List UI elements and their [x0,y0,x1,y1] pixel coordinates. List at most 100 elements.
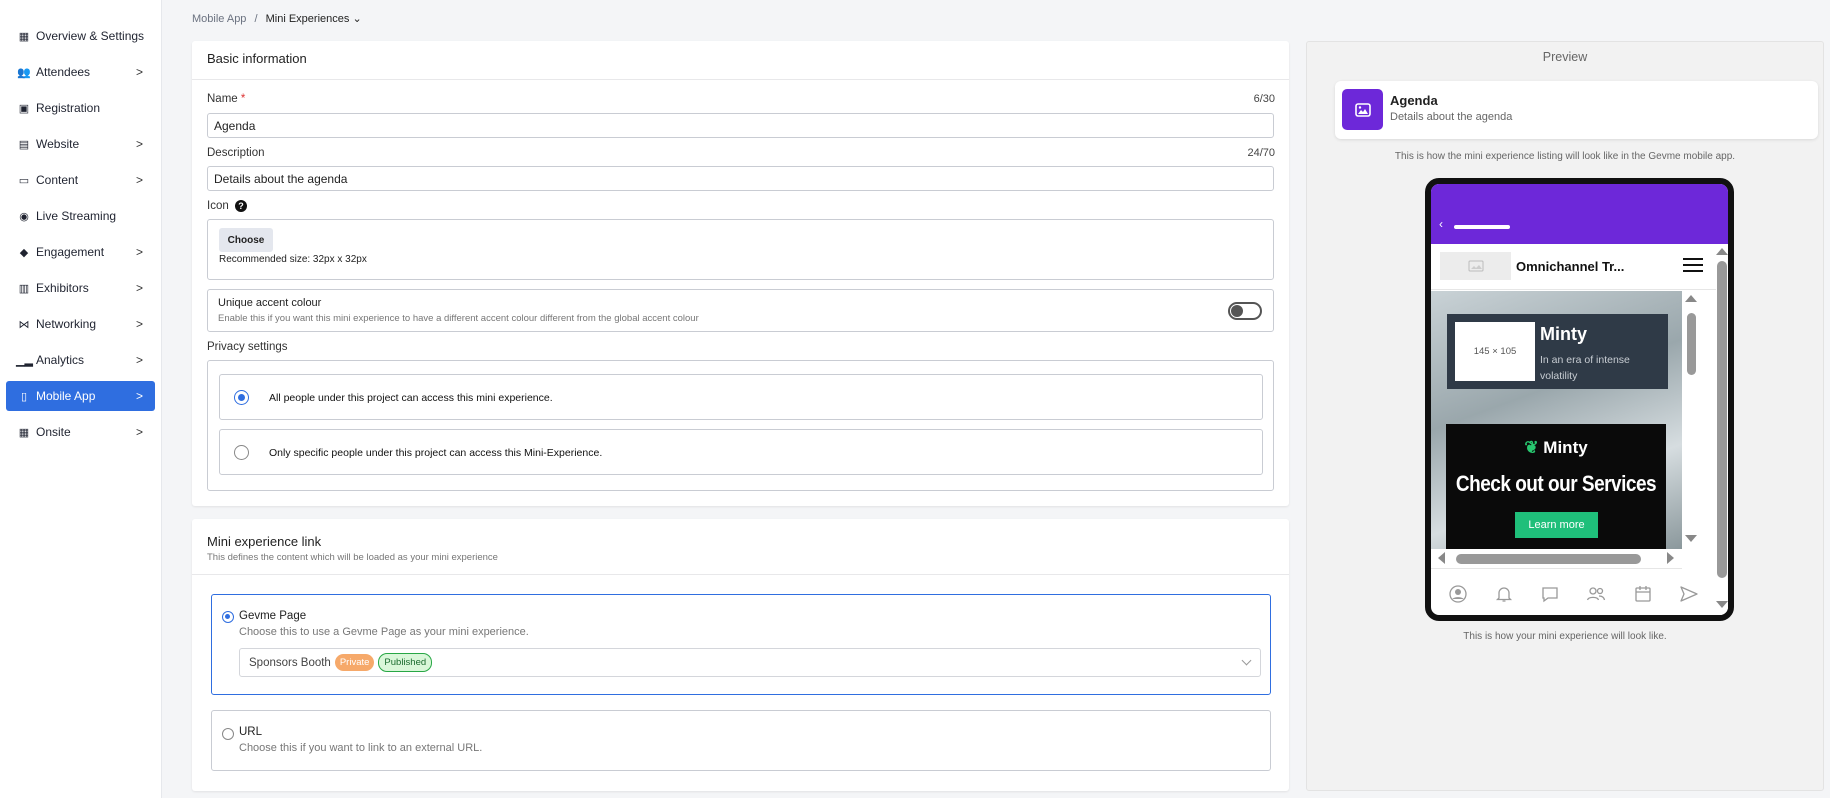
gevme-page-title: Gevme Page [239,610,307,622]
sidebar-item-onsite[interactable]: ▦ Onsite > [6,417,155,447]
icon-upload-box: Choose Recommended size: 32px x 32px [207,219,1274,280]
description-input[interactable]: Details about the agenda [207,166,1274,191]
sidebar-item-analytics[interactable]: ▁▂ Analytics > [6,345,155,375]
calendar-icon[interactable] [1634,585,1652,603]
privacy-option-specific[interactable]: Only specific people under this project … [219,429,1263,475]
megaphone-icon: ◆ [19,246,29,259]
mini-experience-link-card: Mini experience link This defines the co… [192,519,1289,791]
gevme-page-radio[interactable] [222,611,234,623]
chat-icon[interactable] [1541,585,1559,603]
people-icon[interactable] [1586,585,1606,603]
preview-panel: Preview Agenda Details about the agenda … [1306,41,1824,791]
accent-colour-panel: Unique accent colour Enable this if you … [207,289,1274,332]
share-icon: ⋈ [18,318,30,331]
gevme-page-select[interactable]: Sponsors Booth Private Published [239,648,1261,677]
scroll-up-arrow-icon[interactable] [1716,248,1728,255]
browser-icon: ▤ [18,138,30,151]
privacy-radio-specific[interactable] [234,445,249,460]
divider [192,574,1289,575]
description-char-count: 24/70 [1247,147,1275,159]
bell-icon[interactable] [1495,585,1513,603]
learn-more-button[interactable]: Learn more [1515,512,1598,538]
sidebar-item-engagement[interactable]: ◆ Engagement > [6,237,155,267]
sidebar-item-attendees[interactable]: 👥 Attendees > [6,57,155,87]
breadcrumb-current[interactable]: Mini Experiences [266,13,350,25]
store-icon: ▥ [18,282,30,295]
hamburger-menu-icon[interactable] [1683,258,1703,272]
breadcrumb-separator: / [254,13,258,25]
help-icon[interactable]: ? [234,200,247,212]
chevron-right-icon: > [135,389,143,403]
sidebar-item-label: Registration [36,101,101,115]
phone-mockup: ‹ Omnichannel Tr... 145 × 105 Minty In a… [1425,178,1734,621]
accent-colour-toggle[interactable] [1228,302,1262,320]
sidebar-item-label: Website [36,137,80,151]
chevron-right-icon: > [135,317,143,331]
id-card-icon: ▣ [18,102,30,115]
preview-title: Preview [1542,50,1588,64]
chevron-down-icon[interactable]: ⌄ [352,13,361,25]
ad-headline: Check out our Services [1455,472,1657,497]
scroll-down-arrow-icon[interactable] [1685,535,1697,542]
sidebar-item-networking[interactable]: ⋈ Networking > [6,309,155,339]
folder-icon: ▭ [18,174,30,187]
chevron-right-icon: > [135,137,143,151]
choose-button[interactable]: Choose [219,228,273,252]
scroll-right-arrow-icon[interactable] [1667,552,1674,564]
scroll-thumb-horizontal[interactable] [1456,554,1641,564]
outer-vertical-scrollbar[interactable] [1716,244,1728,615]
sidebar-item-website[interactable]: ▤ Website > [6,129,155,159]
send-icon[interactable] [1680,585,1698,603]
url-title: URL [239,726,263,738]
sidebar-item-label: Exhibitors [36,281,89,295]
people-icon: 👥 [17,66,31,79]
scroll-up-arrow-icon[interactable] [1685,295,1697,302]
privacy-option-all[interactable]: All people under this project can access… [219,374,1263,420]
sidebar-item-label: Analytics [36,353,85,367]
sidebar-item-content[interactable]: ▭ Content > [6,165,155,195]
chevron-right-icon: > [135,353,143,367]
name-input[interactable]: Agenda [207,113,1274,138]
privacy-radio-all[interactable] [234,390,249,405]
phone-bottom-nav [1431,579,1716,609]
chevron-right-icon: > [135,65,143,79]
image-icon [1354,102,1371,117]
preview-listing-card: Agenda Details about the agenda [1335,81,1818,139]
breadcrumb-parent[interactable]: Mobile App [192,13,246,25]
sidebar-item-registration[interactable]: ▣ Registration [6,93,155,123]
inner-horizontal-scrollbar[interactable] [1431,549,1682,569]
scroll-thumb[interactable] [1717,261,1727,578]
grid-icon: ▦ [18,426,30,439]
preview-item-title: Agenda [1390,93,1438,108]
sidebar-item-overview-settings[interactable]: ▦ Overview & Settings [6,21,155,51]
sidebar-item-label: Live Streaming [36,209,117,223]
sidebar-item-label: Overview & Settings [36,29,145,43]
broadcast-icon: ◉ [19,210,29,223]
back-icon[interactable]: ‹ [1439,217,1443,231]
gevme-page-description: Choose this to use a Gevme Page as your … [239,626,529,638]
phone-header-bar: ‹ [1431,184,1728,244]
privacy-settings-box: All people under this project can access… [207,360,1274,491]
sidebar-item-mobile-app[interactable]: ▯ Mobile App > [6,381,155,411]
ad-card-minty[interactable]: 145 × 105 Minty In an era of intense vol… [1447,314,1668,389]
ad-title: Minty [1540,324,1587,344]
ad-banner-services[interactable]: ❦ Minty Check out our Services Learn mor… [1446,424,1666,549]
inner-vertical-scrollbar[interactable] [1682,291,1700,549]
scroll-thumb[interactable] [1687,313,1696,375]
link-option-url[interactable]: URL Choose this if you want to link to a… [211,710,1271,771]
sidebar-item-exhibitors[interactable]: ▥ Exhibitors > [6,273,155,303]
profile-icon[interactable] [1449,585,1467,603]
description-label: Description [207,147,265,159]
link-option-gevme-page[interactable]: Gevme Page Choose this to use a Gevme Pa… [211,594,1271,695]
scroll-down-arrow-icon[interactable] [1716,601,1728,608]
scroll-left-arrow-icon[interactable] [1438,552,1445,564]
grid-icon: ▦ [18,30,30,43]
name-label: Name * [207,93,246,105]
url-radio[interactable] [222,728,234,740]
icon-label: Icon ? [207,200,247,212]
preview-item-description: Details about the agenda [1390,111,1513,123]
title-placeholder-bar [1454,225,1510,229]
sidebar-item-live-streaming[interactable]: ◉ Live Streaming [6,201,155,231]
chevron-down-icon [1241,655,1252,666]
required-mark: * [240,93,246,105]
